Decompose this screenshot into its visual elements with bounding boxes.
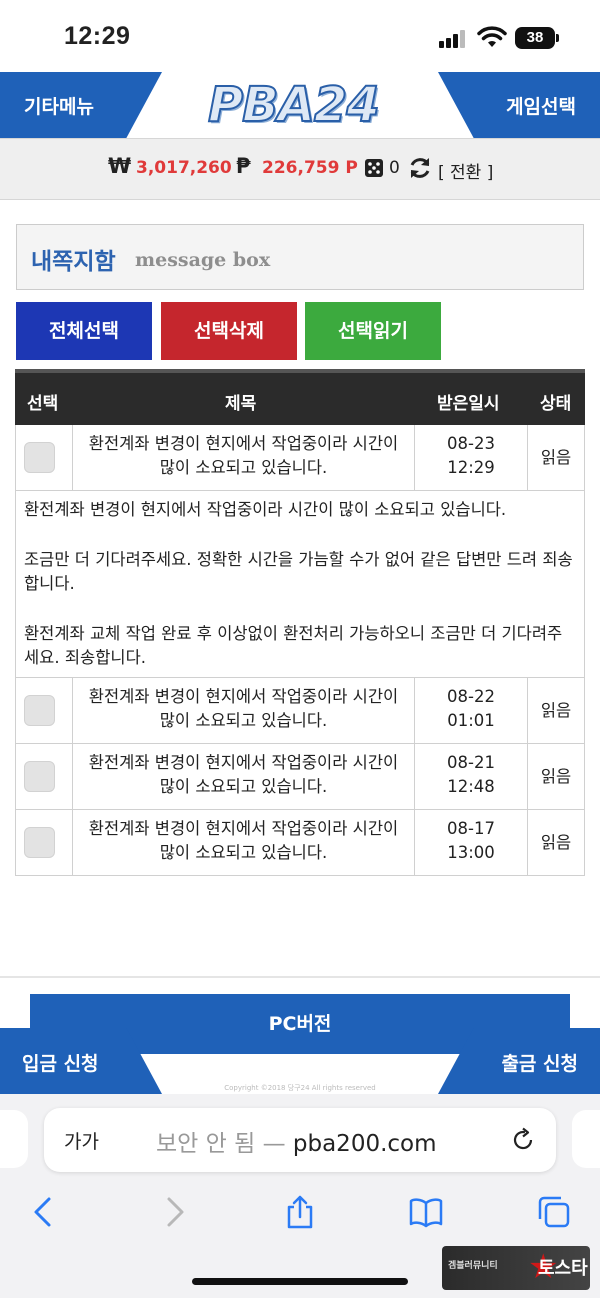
convert-link[interactable]: [ 전환 ]	[438, 158, 493, 183]
copyright: Copyright ©2018 당구24 All rights reserved	[224, 1084, 376, 1092]
footer-divider	[0, 976, 600, 978]
read-selected-button[interactable]: 선택읽기	[305, 302, 441, 360]
message-detail-text: 조금만 더 기다려주세요. 정확한 시간을 가늠할 수가 없어 같은 답변만 드…	[24, 550, 573, 593]
row-received: 08-21 12:48	[415, 744, 528, 809]
site-logo[interactable]: PBA24	[207, 77, 393, 133]
row-checkbox[interactable]	[24, 761, 55, 792]
message-table: 선택 제목 받은일시 상태 환전계좌 변경이 현지에서 작업중이라 시간이 많이 …	[15, 369, 585, 876]
watermark-logo: 겜블러뮤니티 ★ 토스타	[442, 1246, 590, 1290]
dice-count: 0	[389, 158, 400, 178]
table-row[interactable]: 환전계좌 변경이 현지에서 작업중이라 시간이 많이 소요되고 있습니다. 08-…	[15, 744, 585, 810]
point-balance: 226,759 P	[262, 158, 358, 178]
table-row[interactable]: 환전계좌 변경이 현지에서 작업중이라 시간이 많이 소요되고 있습니다. 08-…	[15, 678, 585, 744]
bookmarks-icon[interactable]	[408, 1194, 444, 1230]
tabs-icon[interactable]	[536, 1194, 572, 1230]
table-header: 선택 제목 받은일시 상태	[15, 369, 585, 425]
message-box-title: 내쪽지함	[31, 249, 116, 275]
row-select-cell	[16, 810, 73, 875]
row-status: 읽음	[540, 701, 572, 720]
battery-tip	[556, 34, 559, 42]
reload-icon[interactable]	[510, 1127, 536, 1153]
next-tab-peek[interactable]	[572, 1110, 600, 1168]
row-select-cell	[16, 425, 73, 490]
game-select-label: 게임선택	[506, 96, 576, 118]
forward-icon[interactable]	[156, 1194, 192, 1230]
row-received: 08-17 13:00	[415, 810, 528, 875]
etc-menu-label: 기타메뉴	[24, 96, 94, 118]
row-title[interactable]: 환전계좌 변경이 현지에서 작업중이라 시간이 많이 소요되고 있습니다.	[73, 810, 415, 875]
row-title[interactable]: 환전계좌 변경이 현지에서 작업중이라 시간이 많이 소요되고 있습니다.	[73, 678, 415, 743]
address-bar[interactable]: 가가 보안 안 됨 — pba200.com	[44, 1108, 556, 1172]
battery-icon: 38	[515, 27, 555, 49]
dice-icon	[365, 159, 383, 177]
row-select-cell	[16, 744, 73, 809]
top-nav: 기타메뉴 PBA24 게임선택	[0, 72, 600, 138]
row-title[interactable]: 환전계좌 변경이 현지에서 작업중이라 시간이 많이 소요되고 있습니다.	[73, 744, 415, 809]
message-detail-text: 환전계좌 변경이 현지에서 작업중이라 시간이 많이 소요되고 있습니다.	[24, 500, 507, 519]
row-checkbox[interactable]	[24, 442, 55, 473]
money-balance: 3,017,260	[136, 158, 232, 178]
header-title: 제목	[225, 394, 257, 414]
message-detail-text: 환전계좌 교체 작업 완료 후 이상없이 환전처리 가능하오니 조금만 더 기다…	[24, 624, 563, 667]
header-select: 선택	[27, 394, 59, 414]
row-select-cell	[16, 678, 73, 743]
watermark-left-text: 겜블러뮤니티	[448, 1261, 498, 1271]
row-status: 읽음	[540, 833, 572, 852]
row-received: 08-22 01:01	[415, 678, 528, 743]
back-icon[interactable]	[26, 1194, 62, 1230]
header-received: 받은일시	[437, 394, 500, 414]
page-settings-button[interactable]: 가가	[64, 1127, 99, 1154]
withdraw-label: 출금 신청	[501, 1053, 578, 1075]
status-bar: 12:29 38	[0, 0, 600, 72]
balance-bar: ₩ 3,017,260 ₱ 226,759 P 0 [ 전환 ]	[0, 138, 600, 200]
select-all-button[interactable]: 전체선택	[16, 302, 152, 360]
refresh-icon[interactable]	[408, 155, 432, 181]
row-status: 읽음	[540, 767, 572, 786]
previous-tab-peek[interactable]	[0, 1110, 28, 1168]
message-detail: 환전계좌 변경이 현지에서 작업중이라 시간이 많이 소요되고 있습니다. 조금…	[15, 491, 585, 678]
share-icon[interactable]	[282, 1194, 318, 1230]
home-indicator	[192, 1278, 408, 1285]
table-row[interactable]: 환전계좌 변경이 현지에서 작업중이라 시간이 많이 소요되고 있습니다. 08-…	[15, 425, 585, 491]
point-icon: ₱	[236, 154, 251, 178]
delete-selected-button[interactable]: 선택삭제	[161, 302, 297, 360]
url-display[interactable]: 보안 안 됨 — pba200.com	[156, 1124, 437, 1158]
table-row[interactable]: 환전계좌 변경이 현지에서 작업중이라 시간이 많이 소요되고 있습니다. 08-…	[15, 810, 585, 876]
row-checkbox[interactable]	[24, 695, 55, 726]
header-status: 상태	[540, 394, 572, 414]
status-time: 12:29	[64, 22, 131, 50]
row-checkbox[interactable]	[24, 827, 55, 858]
game-select-button[interactable]: 게임선택	[438, 72, 600, 138]
row-title[interactable]: 환전계좌 변경이 현지에서 작업중이라 시간이 많이 소요되고 있습니다.	[73, 425, 415, 490]
won-icon: ₩	[108, 154, 132, 178]
message-box-subtitle: message box	[135, 249, 271, 271]
watermark-right-text: 토스타	[538, 1258, 588, 1279]
deposit-label: 입금 신청	[22, 1053, 99, 1075]
insecure-label: 보안 안 됨 —	[156, 1131, 286, 1157]
wifi-icon	[477, 26, 507, 47]
etc-menu-button[interactable]: 기타메뉴	[0, 72, 162, 138]
row-received: 08-23 12:29	[415, 425, 528, 490]
row-status: 읽음	[540, 448, 572, 467]
url-domain: pba200.com	[292, 1131, 437, 1157]
message-box-header: 내쪽지함 message box	[16, 224, 584, 290]
cellular-signal-icon	[439, 30, 467, 48]
